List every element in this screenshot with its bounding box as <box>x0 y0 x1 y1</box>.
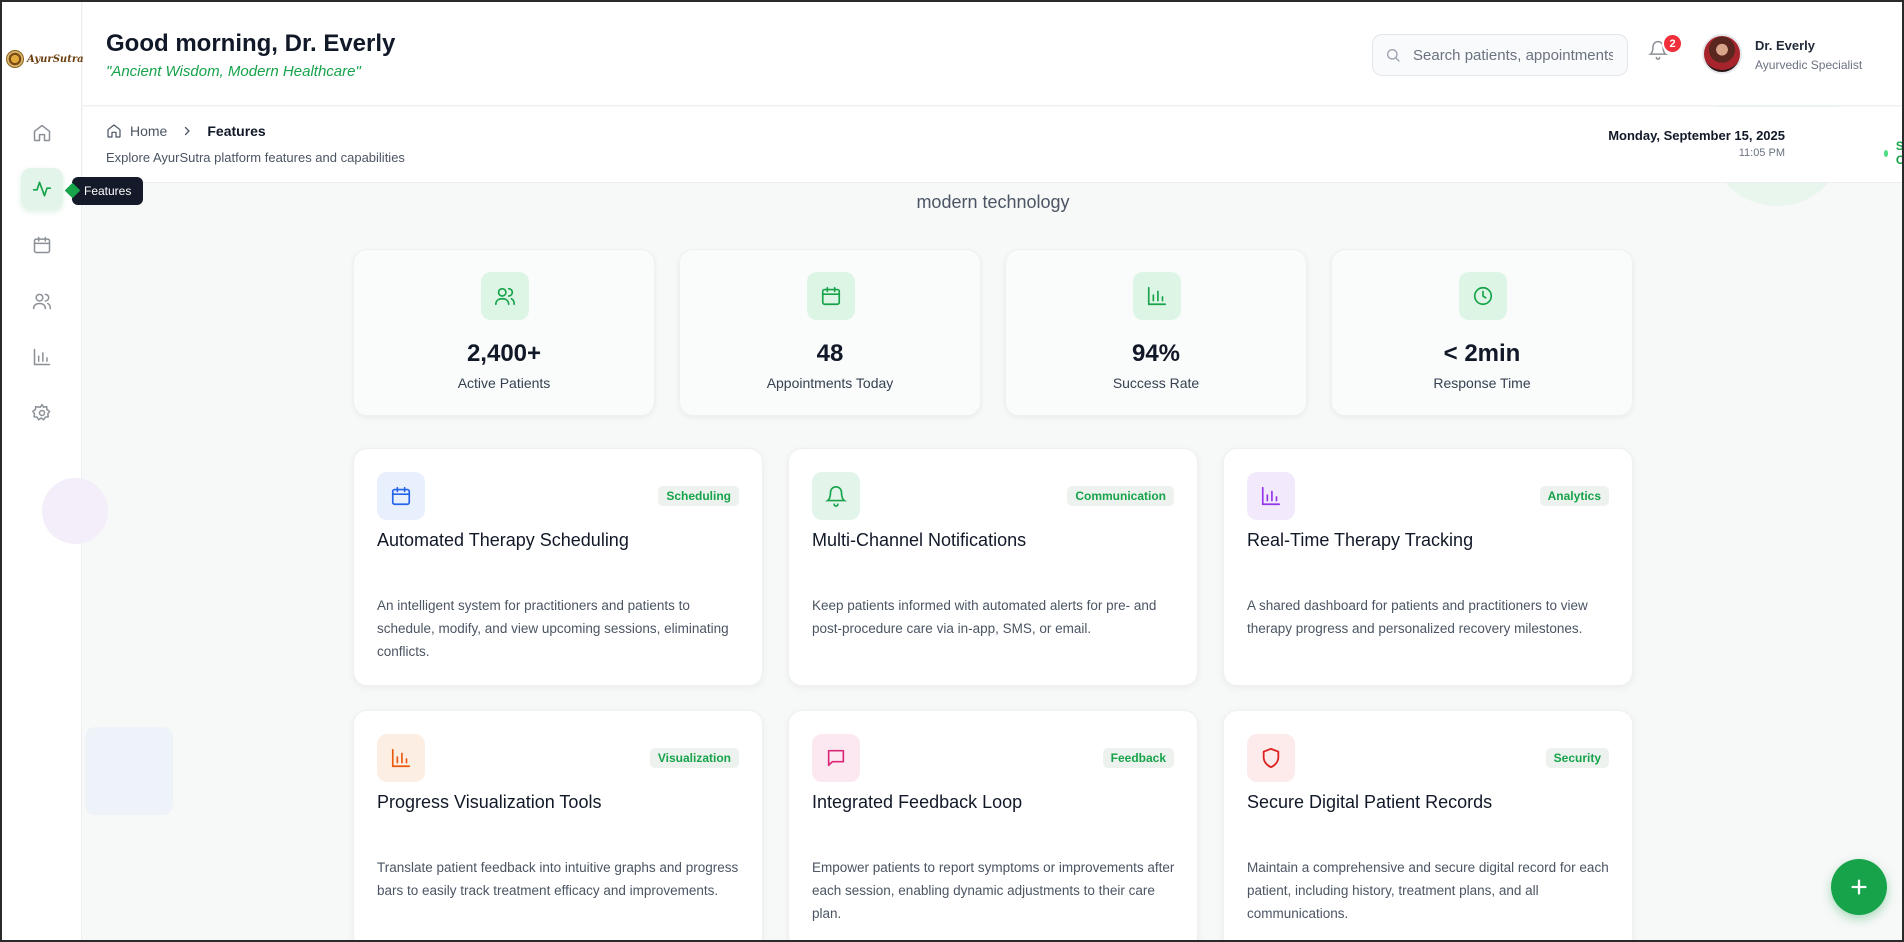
stat-icon-box <box>1459 272 1507 320</box>
calendar-icon <box>391 486 411 506</box>
bar-chart-icon <box>1147 286 1167 306</box>
hero-text: modern technology <box>916 192 1070 212</box>
page-subheader: Home Features Explore AyurSutra platform… <box>83 107 1904 183</box>
feature-tag: Security <box>1545 748 1609 768</box>
stat-value: 94% <box>1131 340 1181 367</box>
feature-description: Empower patients to report symptoms or i… <box>812 860 1175 921</box>
stat-value: < 2min <box>1443 340 1521 367</box>
search-icon <box>1387 49 1400 62</box>
feature-description: Maintain a comprehensive and secure digi… <box>1247 860 1609 921</box>
feature-icon-box <box>812 472 860 520</box>
feature-card-security[interactable]: Security Secure Digital Patient Records … <box>1223 710 1633 942</box>
feature-card-feedback[interactable]: Feedback Integrated Feedback Loop Empowe… <box>788 710 1198 942</box>
page-subtitle: Explore AyurSutra platform features and … <box>106 150 405 165</box>
logo-text: AyurSutra <box>27 53 84 65</box>
users-icon <box>495 287 515 306</box>
feature-icon-box <box>1247 472 1295 520</box>
feature-card-tracking[interactable]: Analytics Real-Time Therapy Tracking A s… <box>1223 448 1633 686</box>
stat-icon-box <box>481 272 529 320</box>
feature-icon-box <box>377 734 425 782</box>
shield-icon <box>1262 747 1280 769</box>
feature-description: A shared dashboard for patients and prac… <box>1247 598 1588 636</box>
logo[interactable]: AyurSutra <box>6 50 84 68</box>
gear-icon <box>32 403 51 421</box>
home-icon <box>33 124 51 142</box>
user-role: Ayurvedic Specialist <box>1755 58 1863 72</box>
decorative-circle <box>42 478 108 544</box>
bell-icon <box>825 486 847 507</box>
logo-icon <box>6 50 24 68</box>
feature-title: Multi-Channel Notifications <box>812 530 1027 550</box>
bar-chart-icon <box>33 348 51 366</box>
sidebar-item-home[interactable] <box>21 112 63 154</box>
top-header: Good morning, Dr. Everly "Ancient Wisdom… <box>83 2 1902 106</box>
home-icon[interactable] <box>106 123 122 139</box>
stat-label: Appointments Today <box>766 375 894 391</box>
search-input[interactable] <box>1413 46 1613 64</box>
feature-tag: Analytics <box>1539 486 1609 506</box>
feature-tag: Scheduling <box>658 486 739 506</box>
tagline: "Ancient Wisdom, Modern Healthcare" <box>106 63 361 80</box>
users-icon <box>32 293 52 310</box>
feature-description: Translate patient feedback into intuitiv… <box>377 860 739 898</box>
avatar[interactable] <box>1702 34 1742 74</box>
feature-description: An intelligent system for practitioners … <box>377 598 729 659</box>
feature-icon-box <box>377 472 425 520</box>
feature-icon-box <box>812 734 860 782</box>
status-text: System Online <box>1895 139 1904 167</box>
status-dot-icon <box>1884 149 1888 157</box>
breadcrumb: Home Features <box>106 123 266 139</box>
add-button[interactable] <box>1831 859 1887 915</box>
feature-tag: Communication <box>1067 486 1174 506</box>
feature-tag: Visualization <box>649 748 739 768</box>
message-icon <box>827 749 845 767</box>
feature-title: Automated Therapy Scheduling <box>377 530 629 550</box>
feature-title: Integrated Feedback Loop <box>812 792 1023 812</box>
feature-title: Real-Time Therapy Tracking <box>1247 530 1474 550</box>
calendar-icon <box>33 236 51 254</box>
stat-card-appointments: 48 Appointments Today <box>679 249 981 416</box>
plus-icon <box>1851 879 1867 895</box>
current-time: 11:05 PM <box>1738 147 1785 159</box>
breadcrumb-home[interactable]: Home <box>130 123 167 139</box>
calendar-icon <box>821 286 841 306</box>
clock-icon <box>1473 286 1493 306</box>
feature-tag: Feedback <box>1102 748 1174 768</box>
decorative-square <box>85 727 173 815</box>
sidebar-tooltip: Features <box>72 177 144 205</box>
bar-chart-icon <box>391 748 411 768</box>
sidebar-item-calendar[interactable] <box>21 224 63 266</box>
sidebar-item-analytics[interactable] <box>21 336 63 378</box>
sidebar: AyurSutra <box>0 0 108 942</box>
feature-card-scheduling[interactable]: Scheduling Automated Therapy Scheduling … <box>353 448 763 686</box>
bar-chart-icon <box>1261 486 1281 506</box>
sidebar-item-settings[interactable] <box>21 392 63 434</box>
stat-card-response-time: < 2min Response Time <box>1331 249 1633 416</box>
feature-icon-box <box>1247 734 1295 782</box>
chevron-right-icon <box>185 126 191 136</box>
stat-icon-box <box>807 272 855 320</box>
stat-card-success-rate: 94% Success Rate <box>1005 249 1307 416</box>
feature-card-notifications[interactable]: Communication Multi-Channel Notification… <box>788 448 1198 686</box>
search-box[interactable] <box>1372 34 1628 76</box>
current-date: Monday, September 15, 2025 <box>1608 128 1785 143</box>
feature-card-visualization[interactable]: Visualization Progress Visualization Too… <box>353 710 763 942</box>
stat-label: Success Rate <box>1112 375 1200 391</box>
stat-value: 48 <box>816 340 844 367</box>
breadcrumb-current: Features <box>207 123 266 139</box>
stat-label: Response Time <box>1433 375 1531 391</box>
stat-card-active-patients: 2,400+ Active Patients <box>353 249 655 416</box>
stat-icon-box <box>1133 272 1181 320</box>
greeting-title: Good morning, Dr. Everly <box>106 30 396 57</box>
feature-title: Progress Visualization Tools <box>377 792 602 812</box>
stat-value: 2,400+ <box>466 340 542 367</box>
notification-badge: 2 <box>1662 33 1683 54</box>
sidebar-item-patients[interactable] <box>21 280 63 322</box>
user-name[interactable]: Dr. Everly <box>1755 38 1815 53</box>
system-status: System Online <box>1884 139 1904 167</box>
stat-label: Active Patients <box>457 375 551 391</box>
feature-title: Secure Digital Patient Records <box>1247 792 1493 812</box>
feature-description: Keep patients informed with automated al… <box>812 598 1157 636</box>
